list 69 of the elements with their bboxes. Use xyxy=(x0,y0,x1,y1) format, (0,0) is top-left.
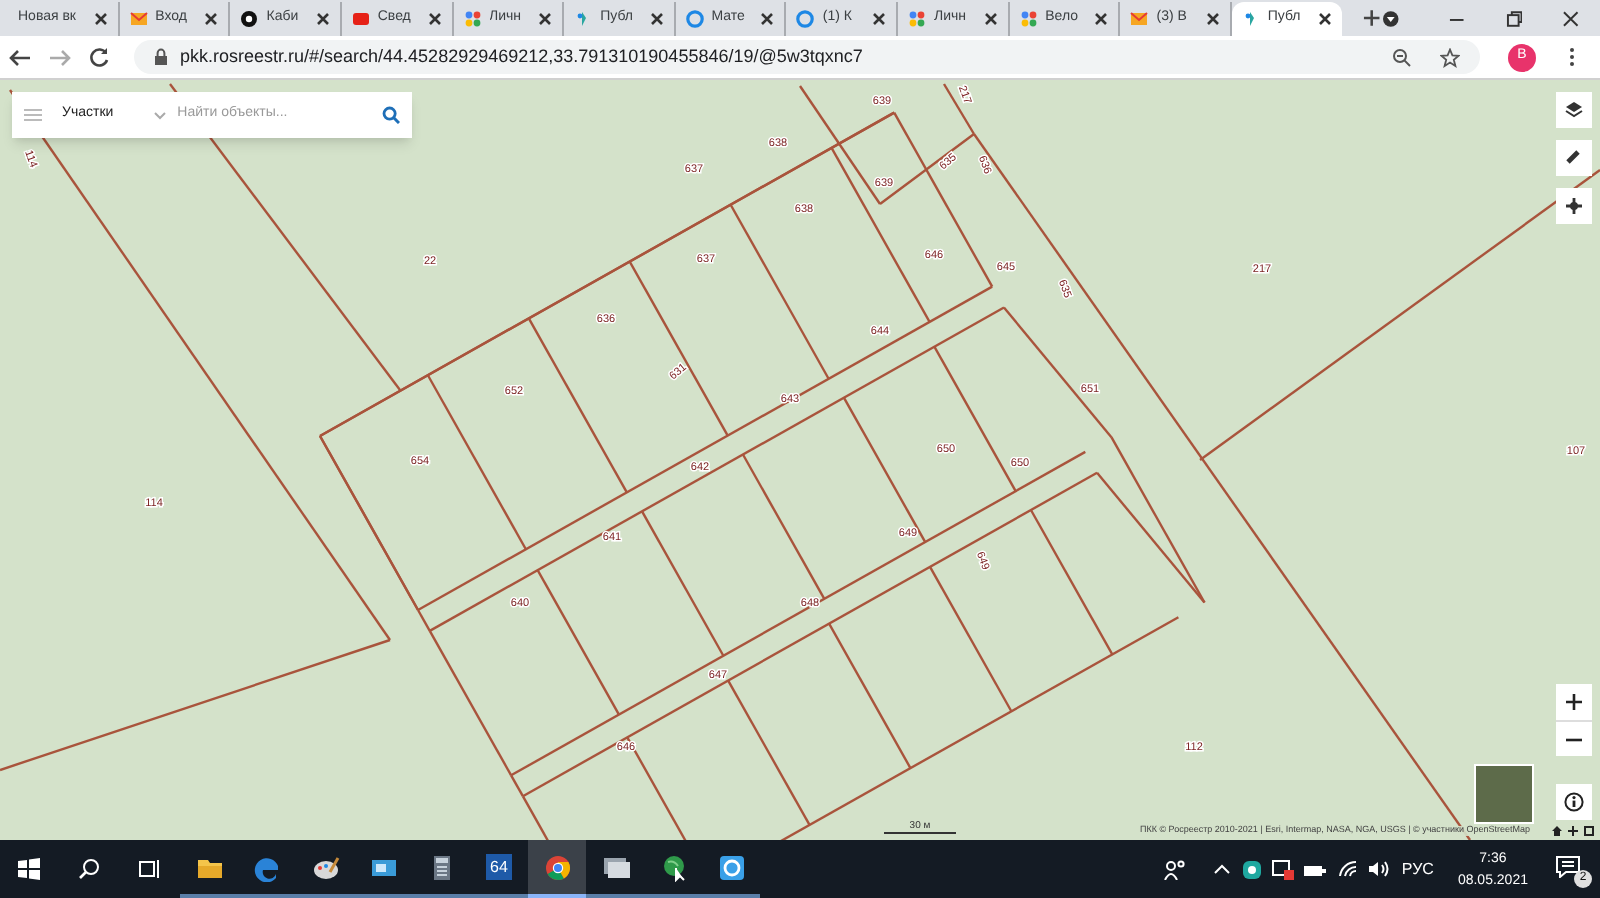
windows-logo-icon[interactable] xyxy=(18,858,40,880)
map-tool-button[interactable] xyxy=(1556,140,1592,176)
close-icon[interactable] xyxy=(1205,12,1220,26)
monitor-alert-icon[interactable] xyxy=(1271,859,1294,879)
plus-icon xyxy=(1566,694,1582,710)
app-label: 64 xyxy=(486,854,512,880)
ring-icon xyxy=(796,10,815,28)
close-icon[interactable] xyxy=(760,12,775,26)
crosshair-icon xyxy=(1564,196,1584,216)
close-icon[interactable] xyxy=(1562,10,1581,28)
dots-icon xyxy=(1019,10,1038,28)
chevron-up-icon[interactable] xyxy=(1213,864,1230,874)
plus-icon[interactable] xyxy=(1362,8,1383,28)
wifi-icon[interactable] xyxy=(1337,860,1358,878)
close-icon[interactable] xyxy=(1094,12,1109,26)
search-icon[interactable] xyxy=(78,858,100,880)
battery-icon[interactable] xyxy=(1303,861,1326,877)
map-tool-button[interactable] xyxy=(1556,92,1592,128)
task-view-icon[interactable] xyxy=(138,858,160,880)
reload-icon[interactable] xyxy=(88,46,110,68)
zoom-out-icon[interactable] xyxy=(1392,47,1412,67)
info-icon xyxy=(1564,792,1584,812)
language-indicator[interactable]: РУС xyxy=(1401,857,1434,881)
circle-icon xyxy=(240,10,259,28)
home-icon[interactable] xyxy=(1552,826,1562,836)
crosshair-icon[interactable] xyxy=(1568,826,1578,836)
mail-icon xyxy=(129,10,148,28)
close-icon[interactable] xyxy=(649,12,664,26)
minimap-thumbnail[interactable] xyxy=(1474,764,1534,824)
layers-icon xyxy=(1564,100,1584,120)
star-icon[interactable] xyxy=(1440,47,1460,67)
scale-bar xyxy=(884,832,956,834)
dots-icon xyxy=(908,10,926,28)
menu-icon[interactable] xyxy=(1568,46,1576,68)
close-icon[interactable] xyxy=(204,12,219,26)
close-icon[interactable] xyxy=(872,12,886,26)
close-icon[interactable] xyxy=(1318,12,1333,26)
restore-icon[interactable] xyxy=(1505,10,1523,28)
people-icon[interactable] xyxy=(1163,859,1186,879)
close-icon[interactable] xyxy=(315,12,330,26)
monitor-icon xyxy=(601,853,629,881)
profile-menu-icon[interactable] xyxy=(1382,10,1400,28)
close-icon[interactable] xyxy=(983,12,998,26)
letter-e-icon xyxy=(253,853,281,881)
square-icon[interactable] xyxy=(1584,826,1594,836)
lock-icon xyxy=(154,48,168,66)
ring-icon xyxy=(685,10,704,28)
chrome-logo-icon xyxy=(543,853,571,881)
close-icon[interactable] xyxy=(538,12,553,26)
mail-icon xyxy=(1130,10,1149,28)
ruler-icon xyxy=(1564,148,1584,168)
speaker-icon[interactable] xyxy=(1367,860,1390,878)
zoom-out-button[interactable] xyxy=(1556,720,1592,756)
close-icon[interactable] xyxy=(93,12,108,26)
map-tool-button[interactable] xyxy=(1556,188,1592,224)
sync-icon xyxy=(717,853,745,881)
dots-icon xyxy=(463,10,481,28)
address-field[interactable]: pkk.rosreestr.ru/#/search/44.45282929469212,33.791310190455846/19/@5w3tqxnc7 xyxy=(134,40,1480,74)
info-button[interactable] xyxy=(1556,784,1592,820)
palette-icon xyxy=(311,853,339,881)
message-icon xyxy=(1556,855,1580,877)
pin-icon xyxy=(1241,10,1260,28)
back-arrow-icon[interactable] xyxy=(8,47,32,67)
close-icon[interactable] xyxy=(427,12,441,26)
zoom-in-button[interactable] xyxy=(1556,684,1592,720)
app-tray-icon[interactable] xyxy=(1241,859,1262,879)
video-icon xyxy=(351,10,370,28)
globe-cursor-icon xyxy=(659,853,687,881)
url-text: pkk.rosreestr.ru/#/search/44.45282929469212,33.791310190455846/19/@5w3tqxnc7 xyxy=(180,43,865,70)
